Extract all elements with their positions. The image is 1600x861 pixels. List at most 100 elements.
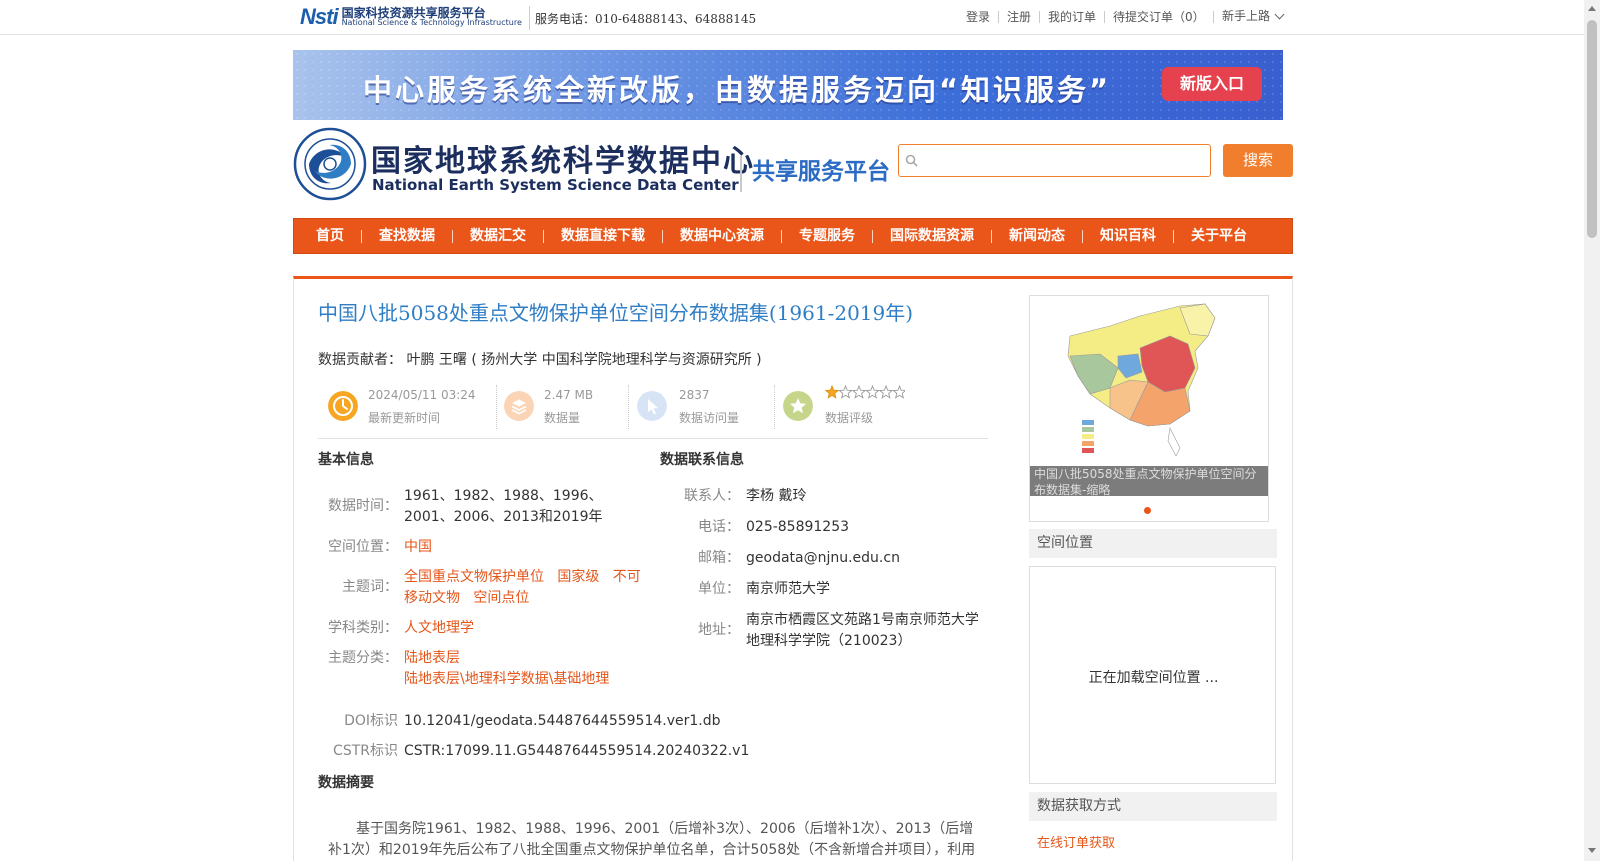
scroll-down-icon[interactable] bbox=[1588, 848, 1596, 853]
field-space: 空间位置： 中国 bbox=[318, 537, 648, 558]
star-empty-icon bbox=[892, 385, 905, 399]
nsti-logo[interactable]: Nsti 国家科技资源共享服务平台 National Science & Tec… bbox=[300, 3, 522, 31]
search-input[interactable] bbox=[923, 147, 1205, 174]
newbie-guide-dropdown[interactable]: 新手上路 bbox=[1222, 7, 1285, 24]
logo-title-cn: 国家地球系统科学数据中心 bbox=[371, 144, 755, 179]
field-data-time: 数据时间： 1961、1982、1988、1996、2001、2006、2013… bbox=[318, 486, 648, 528]
user-links: 登录 注册 我的订单 待提交订单（0） bbox=[960, 11, 1214, 23]
stat-updated: 2024/05/11 03:24 最新更新时间 bbox=[318, 379, 498, 433]
dataset-contributor: 数据贡献者： 叶鹏 王曙 ( 扬州大学 中国科学院地理科学与资源研究所 ) bbox=[318, 352, 762, 368]
nav-international-data[interactable]: 国际数据资源 bbox=[873, 229, 992, 243]
category-value-link-1[interactable]: 陆地表层 bbox=[404, 648, 460, 669]
china-map-thumbnail bbox=[1030, 296, 1268, 466]
star-empty-icon bbox=[865, 385, 880, 399]
size-value: 2.47 MB bbox=[544, 388, 594, 402]
nav-direct-download[interactable]: 数据直接下载 bbox=[544, 229, 663, 243]
newbie-guide-label: 新手上路 bbox=[1222, 9, 1271, 23]
banner-text: 中心服务系统全新改版，由数据服务迈向“知识服务” bbox=[363, 73, 1112, 107]
field-subject: 学科类别： 人文地理学 bbox=[318, 618, 648, 639]
star-empty-icon bbox=[851, 385, 867, 399]
abstract-text: 基于国务院1961、1982、1988、1996、2001（后增补3次）、200… bbox=[328, 821, 976, 858]
field-contact-person: 联系人： 李杨 戴玲 bbox=[660, 486, 990, 507]
space-location-heading: 空间位置 bbox=[1029, 529, 1277, 558]
scroll-up-icon[interactable] bbox=[1588, 6, 1596, 11]
main-nav: 首页 查找数据 数据汇交 数据直接下载 数据中心资源 专题服务 国际数据资源 新… bbox=[293, 218, 1293, 254]
star-empty-icon bbox=[838, 385, 853, 399]
rating-stars bbox=[825, 385, 905, 399]
cursor-icon bbox=[637, 391, 667, 421]
logo-title-en: National Earth System Science Data Cente… bbox=[372, 176, 739, 194]
service-phone: 服务电话：010-64888143、64888145 bbox=[535, 12, 757, 26]
pending-orders-link[interactable]: 待提交订单（0） bbox=[1105, 11, 1214, 23]
star-filled-icon bbox=[825, 385, 840, 399]
contact-address-value: 南京市栖霞区文苑路1号南京师范大学地理科学学院（210023） bbox=[746, 612, 979, 649]
nav-about[interactable]: 关于平台 bbox=[1174, 229, 1264, 243]
star-badge-icon bbox=[783, 391, 813, 421]
field-category: 主题分类： 陆地表层 陆地表层\地理科学数据\基础地理 bbox=[318, 648, 648, 690]
dataset-title: 中国八批5058处重点文物保护单位空间分布数据集(1961-2019年) bbox=[318, 301, 914, 325]
contact-phone-value: 025-85891253 bbox=[746, 519, 850, 535]
subject-value-link[interactable]: 人文地理学 bbox=[404, 618, 474, 639]
space-value-link[interactable]: 中国 bbox=[404, 537, 432, 558]
nav-find-data[interactable]: 查找数据 bbox=[362, 229, 453, 243]
search-button[interactable]: 搜索 bbox=[1223, 144, 1293, 177]
data-time-value: 1961、1982、1988、1996、2001、2006、2013和2019年 bbox=[404, 488, 603, 525]
divider bbox=[740, 156, 742, 192]
access-method-heading: 数据获取方式 bbox=[1029, 792, 1277, 821]
register-link[interactable]: 注册 bbox=[999, 11, 1041, 23]
space-location-map[interactable]: 正在加载空间位置 ... bbox=[1029, 566, 1276, 784]
field-contact-address: 地址： 南京市栖霞区文苑路1号南京师范大学地理科学学院（210023） bbox=[660, 610, 990, 652]
nav-news[interactable]: 新闻动态 bbox=[992, 229, 1083, 243]
carousel-dot[interactable] bbox=[1144, 507, 1151, 514]
nsti-logo-mark: Nsti bbox=[300, 4, 339, 29]
dataset-stats: 2024/05/11 03:24 最新更新时间 2.47 MB 数据量 2837… bbox=[318, 379, 988, 439]
stat-size: 2.47 MB 数据量 bbox=[498, 379, 629, 433]
search-box bbox=[898, 144, 1211, 177]
clock-icon bbox=[328, 391, 358, 421]
visits-value: 2837 bbox=[679, 388, 710, 402]
nav-special-services[interactable]: 专题服务 bbox=[782, 229, 873, 243]
field-doi: DOI标识 10.12041/geodata.54487644559514.ve… bbox=[318, 711, 738, 732]
visits-label: 数据访问量 bbox=[679, 411, 740, 425]
basic-info-heading: 基本信息 bbox=[318, 452, 374, 468]
stat-rating: 数据评级 bbox=[775, 379, 988, 433]
contact-info-heading: 数据联系信息 bbox=[660, 452, 744, 468]
platform-title: 共享服务平台 bbox=[752, 159, 890, 185]
updated-value: 2024/05/11 03:24 bbox=[368, 388, 476, 402]
rating-label: 数据评级 bbox=[825, 411, 874, 425]
page-scrollbar[interactable] bbox=[1584, 0, 1600, 861]
cstr-value: CSTR:17099.11.G54487644559514.20240322.v… bbox=[404, 743, 750, 759]
promo-banner[interactable]: 中心服务系统全新改版，由数据服务迈向“知识服务” 新版入口 bbox=[293, 50, 1283, 120]
map-loading-text: 正在加载空间位置 ... bbox=[1088, 670, 1219, 686]
nav-data-submission[interactable]: 数据汇交 bbox=[453, 229, 544, 243]
field-contact-org: 单位： 南京师范大学 bbox=[660, 579, 990, 600]
dataset-thumbnail[interactable]: 中国八批5058处重点文物保护单位空间分布数据集-缩略 bbox=[1029, 295, 1269, 522]
scrollbar-thumb[interactable] bbox=[1587, 20, 1597, 238]
chevron-down-icon bbox=[1274, 9, 1285, 20]
search-icon bbox=[905, 154, 918, 167]
new-version-button[interactable]: 新版入口 bbox=[1162, 67, 1262, 101]
keywords-value-links[interactable]: 全国重点文物保护单位 国家级 不可移动文物 空间点位 bbox=[404, 567, 648, 609]
nav-home[interactable]: 首页 bbox=[311, 229, 362, 243]
doi-value: 10.12041/geodata.54487644559514.ver1.db bbox=[404, 713, 721, 729]
page: Nsti 国家科技资源共享服务平台 National Science & Tec… bbox=[0, 0, 1600, 861]
online-order-link[interactable]: 在线订单获取 bbox=[1037, 832, 1115, 851]
stat-visits: 2837 数据访问量 bbox=[629, 379, 775, 433]
field-contact-phone: 电话： 025-85891253 bbox=[660, 517, 990, 538]
login-link[interactable]: 登录 bbox=[960, 11, 1000, 23]
field-contact-email: 邮箱： geodata@njnu.edu.cn bbox=[660, 548, 990, 569]
size-label: 数据量 bbox=[544, 411, 581, 425]
nav-knowledge[interactable]: 知识百科 bbox=[1083, 229, 1174, 243]
category-value-link-2[interactable]: 陆地表层\地理科学数据\基础地理 bbox=[404, 669, 609, 690]
divider bbox=[529, 6, 530, 30]
data-center-emblem-icon bbox=[293, 127, 367, 201]
abstract-heading: 数据摘要 bbox=[318, 775, 374, 791]
data-center-logo[interactable]: 国家地球系统科学数据中心 National Earth System Scien… bbox=[293, 126, 913, 204]
top-bar: Nsti 国家科技资源共享服务平台 National Science & Tec… bbox=[0, 0, 1584, 35]
layers-icon bbox=[504, 391, 534, 421]
field-cstr: CSTR标识 CSTR:17099.11.G54487644559514.202… bbox=[318, 741, 778, 762]
nav-center-resources[interactable]: 数据中心资源 bbox=[663, 229, 782, 243]
my-orders-link[interactable]: 我的订单 bbox=[1040, 11, 1106, 23]
thumbnail-caption: 中国八批5058处重点文物保护单位空间分布数据集-缩略 bbox=[1030, 466, 1268, 496]
updated-label: 最新更新时间 bbox=[368, 411, 441, 425]
